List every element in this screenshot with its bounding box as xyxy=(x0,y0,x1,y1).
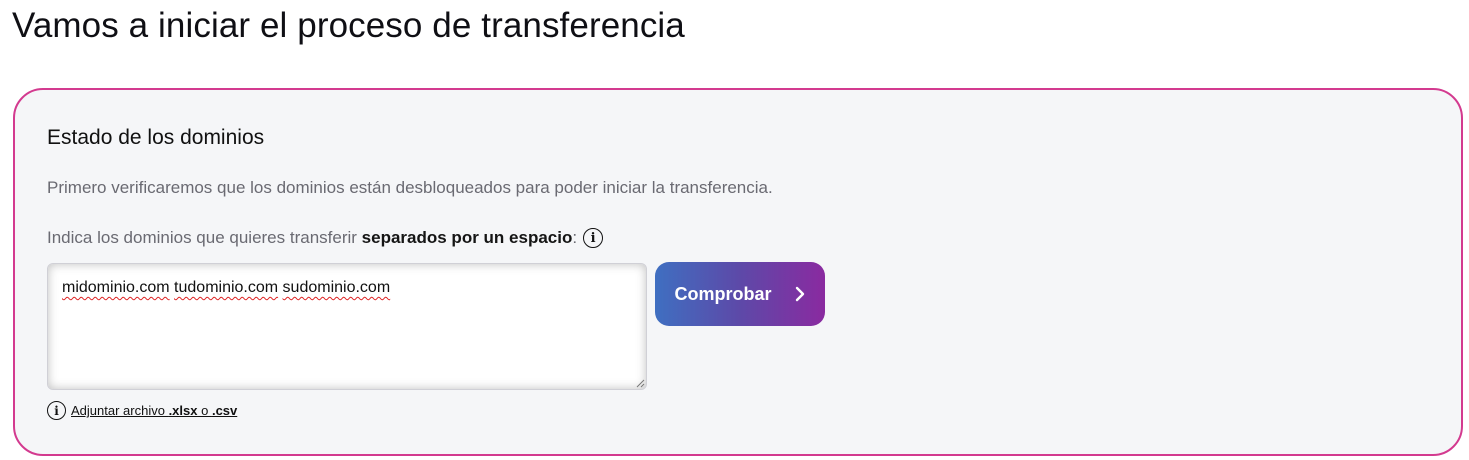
check-button-label: Comprobar xyxy=(674,283,772,304)
resize-handle-icon[interactable] xyxy=(635,378,645,388)
attach-label: Adjuntar archivo xyxy=(71,403,169,418)
chevron-right-icon xyxy=(795,286,804,302)
prompt-bold: separados por un espacio xyxy=(361,228,573,247)
page-title: Vamos a iniciar el proceso de transferen… xyxy=(12,6,685,45)
domains-prompt: Indica los dominios que quieres transfer… xyxy=(47,228,604,248)
domain-status-card: Estado de los dominios Primero verificar… xyxy=(13,88,1463,456)
attach-ext-csv: .csv xyxy=(211,403,238,418)
attach-file-link[interactable]: Adjuntar archivo .xlsx o .csv xyxy=(71,403,237,418)
card-description: Primero verificaremos que los dominios e… xyxy=(47,178,773,197)
prompt-prefix: Indica los dominios que quieres transfer… xyxy=(47,228,362,247)
attach-ext-xlsx: .xlsx xyxy=(168,403,198,418)
card-title: Estado de los dominios xyxy=(47,126,265,149)
prompt-suffix: : xyxy=(572,228,578,247)
check-button[interactable]: Comprobar xyxy=(655,262,825,326)
attach-file-row: i Adjuntar archivo .xlsx o .csv xyxy=(47,401,237,420)
domains-textarea[interactable] xyxy=(47,263,647,390)
info-icon[interactable]: i xyxy=(47,401,66,420)
attach-or: o xyxy=(197,403,212,418)
info-icon[interactable]: i xyxy=(583,228,604,248)
